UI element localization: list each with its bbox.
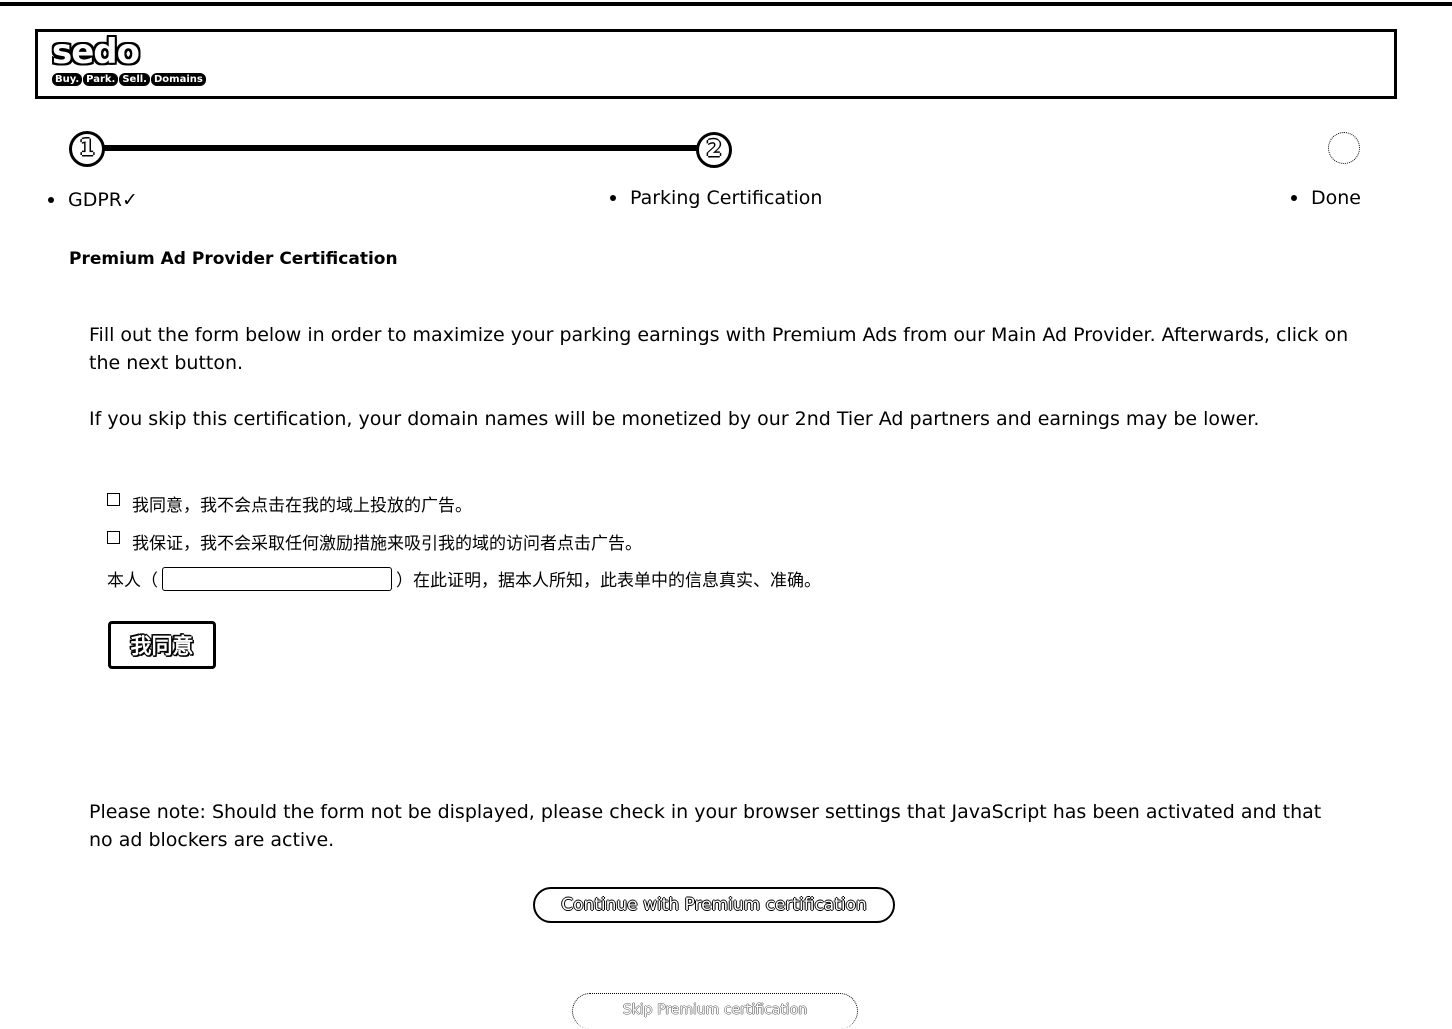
progress-bar xyxy=(88,145,714,151)
agree-no-click-row: 我同意，我不会点击在我的域上投放的广告。 xyxy=(107,491,472,516)
no-incentive-row: 我保证，我不会采取任何激励措施来吸引我的域的访问者点击广告。 xyxy=(107,529,642,554)
agree-no-click-label: 我同意，我不会点击在我的域上投放的广告。 xyxy=(132,496,472,516)
continue-premium-button[interactable]: Continue with Premium certification xyxy=(533,887,895,923)
logo-tagline: Buy. Park. Sell. Domains xyxy=(52,73,206,86)
section-title: Premium Ad Provider Certification xyxy=(69,249,398,269)
certify-prefix: 本人（ xyxy=(107,571,158,591)
certify-row: 本人（ ）在此证明，据本人所知，此表单中的信息真实、准确。 xyxy=(107,566,821,591)
header: sedo Buy. Park. Sell. Domains xyxy=(35,29,1397,99)
logo-tag: Sell. xyxy=(119,73,150,86)
certify-suffix: ）在此证明，据本人所知，此表单中的信息真实、准确。 xyxy=(396,571,821,591)
intro-paragraph: Fill out the form below in order to maxi… xyxy=(89,324,1349,374)
sedo-logo[interactable]: sedo Buy. Park. Sell. Domains xyxy=(52,32,206,88)
skip-premium-button[interactable]: Skip Premium certification xyxy=(572,993,858,1029)
step-label-gdpr: GDPR✓ xyxy=(48,189,138,211)
step-label-parking-certification: Parking Certification xyxy=(610,187,822,209)
no-incentive-label: 我保证，我不会采取任何激励措施来吸引我的域的访问者点击广告。 xyxy=(132,534,642,554)
step-label-done: Done xyxy=(1291,187,1361,209)
name-input[interactable] xyxy=(162,566,392,591)
agree-no-click-checkbox[interactable] xyxy=(107,493,120,506)
no-incentive-checkbox[interactable] xyxy=(107,531,120,544)
top-rule xyxy=(0,2,1452,6)
step-2-circle: 2 xyxy=(696,132,732,168)
step-1-circle: 1 xyxy=(69,131,105,167)
step-3-circle xyxy=(1328,132,1360,164)
agree-button[interactable]: 我同意 xyxy=(108,621,216,669)
javascript-note: Please note: Should the form not be disp… xyxy=(89,801,1322,851)
logo-wordmark: sedo xyxy=(52,32,140,72)
skip-info-paragraph: If you skip this certification, your dom… xyxy=(89,408,1260,430)
logo-tag: Domains xyxy=(150,73,206,86)
logo-tag: Park. xyxy=(83,73,119,86)
logo-tag: Buy. xyxy=(52,73,83,86)
